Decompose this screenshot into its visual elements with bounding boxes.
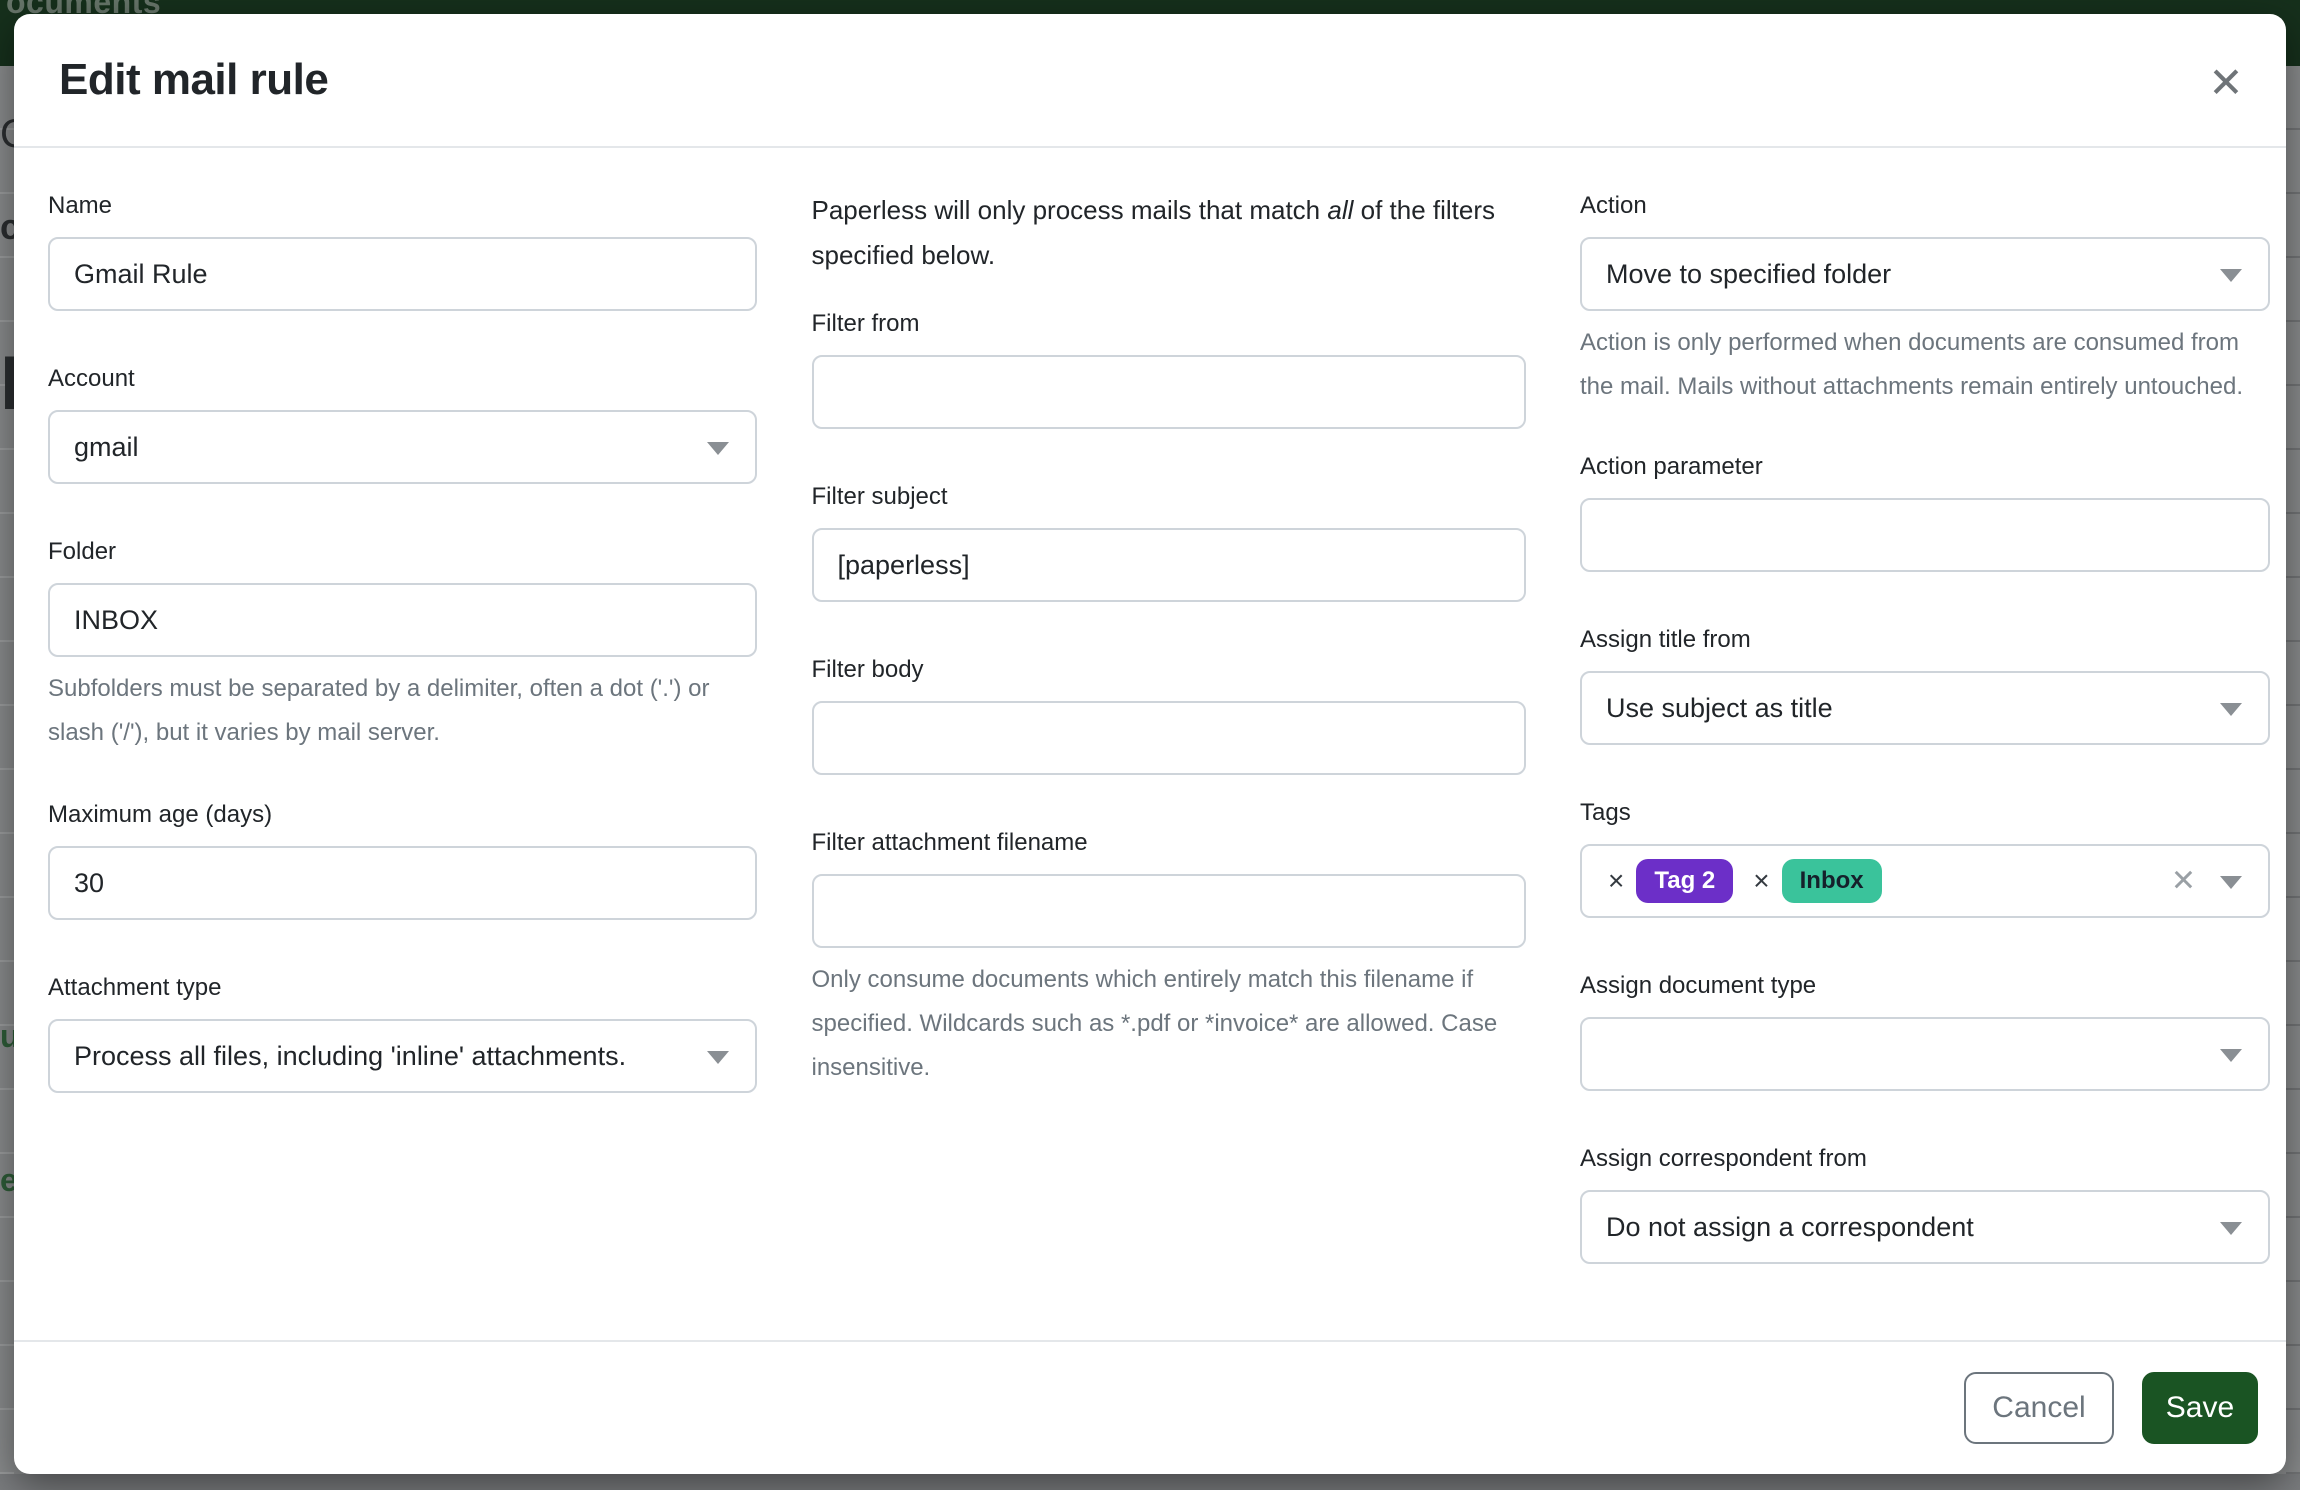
name-input[interactable] (48, 237, 757, 311)
backdrop-left-strip: C c ld u e (0, 66, 14, 1490)
save-button[interactable]: Save (2142, 1372, 2258, 1444)
filter-body-label: Filter body (812, 652, 1526, 688)
filter-attachment-help-text: Only consume documents which entirely ma… (812, 958, 1526, 1090)
dialog-title: Edit mail rule (59, 55, 328, 105)
filter-from-input[interactable] (812, 355, 1526, 429)
field-filter-attachment: Filter attachment filename Only consume … (812, 825, 1526, 1090)
backdrop-right-strip (2286, 66, 2300, 1490)
folder-help-text: Subfolders must be separated by a delimi… (48, 667, 757, 755)
tags-label: Tags (1580, 795, 2270, 831)
assign-correspondent-select[interactable]: Do not assign a correspondent (1580, 1190, 2270, 1264)
filter-attachment-input[interactable] (812, 874, 1526, 948)
action-help-text: Action is only performed when documents … (1580, 321, 2270, 409)
account-label: Account (48, 361, 757, 397)
field-assign-doc-type: Assign document type (1580, 968, 2270, 1091)
close-icon[interactable]: ✕ (2194, 50, 2258, 114)
assign-doc-type-label: Assign document type (1580, 968, 2270, 1004)
account-select[interactable]: gmail (48, 410, 757, 484)
field-max-age: Maximum age (days) (48, 797, 757, 920)
backdrop-bottom-strip (0, 1474, 2300, 1490)
chevron-down-icon (2220, 1222, 2242, 1235)
filters-intro-text: Paperless will only process mails that m… (812, 188, 1526, 278)
assign-title-label: Assign title from (1580, 622, 2270, 658)
chevron-down-icon (2220, 269, 2242, 282)
field-attachment-type: Attachment type Process all files, inclu… (48, 970, 757, 1093)
tag-pill: Tag 2 (1636, 859, 1733, 903)
max-age-input[interactable] (48, 846, 757, 920)
filter-attachment-label: Filter attachment filename (812, 825, 1526, 861)
field-filter-from: Filter from (812, 306, 1526, 429)
dialog-footer: Cancel Save (14, 1340, 2286, 1474)
backdrop-text-fragment: C (0, 112, 14, 157)
field-account: Account gmail (48, 361, 757, 484)
column-actions: Action Move to specified folder Action i… (1580, 188, 2270, 1340)
assign-title-select[interactable]: Use subject as title (1580, 671, 2270, 745)
intro-text-part: Paperless will only process mails that m… (812, 195, 1328, 225)
backdrop-text-fragment: ld (0, 344, 14, 426)
filter-from-label: Filter from (812, 306, 1526, 342)
attachment-type-value: Process all files, including 'inline' at… (74, 1041, 626, 1072)
name-label: Name (48, 188, 757, 224)
action-parameter-label: Action parameter (1580, 449, 2270, 485)
field-action: Action Move to specified folder Action i… (1580, 188, 2270, 409)
field-name: Name (48, 188, 757, 311)
action-value: Move to specified folder (1606, 259, 1891, 290)
filter-subject-label: Filter subject (812, 479, 1526, 515)
field-filter-body: Filter body (812, 652, 1526, 775)
attachment-type-label: Attachment type (48, 970, 757, 1006)
filter-body-input[interactable] (812, 701, 1526, 775)
attachment-type-select[interactable]: Process all files, including 'inline' at… (48, 1019, 757, 1093)
remove-tag-icon[interactable]: × (1753, 867, 1769, 895)
cancel-button[interactable]: Cancel (1964, 1372, 2114, 1444)
field-action-parameter: Action parameter (1580, 449, 2270, 572)
intro-text-emphasis: all (1327, 195, 1353, 225)
field-folder: Folder Subfolders must be separated by a… (48, 534, 757, 755)
chevron-down-icon (2220, 1049, 2242, 1062)
dialog-body: Name Account gmail Folder Subfolders mus… (48, 148, 2270, 1340)
filter-subject-input[interactable] (812, 528, 1526, 602)
action-parameter-input[interactable] (1580, 498, 2270, 572)
tag-pill: Inbox (1782, 859, 1882, 903)
account-value: gmail (74, 432, 139, 463)
backdrop-text-fragment: u (0, 1018, 14, 1055)
max-age-label: Maximum age (days) (48, 797, 757, 833)
tags-multiselect[interactable]: × Tag 2 × Inbox ✕ (1580, 844, 2270, 918)
field-assign-correspondent: Assign correspondent from Do not assign … (1580, 1141, 2270, 1264)
edit-mail-rule-dialog: Edit mail rule ✕ Name Account gmail Fold… (14, 14, 2286, 1474)
action-label: Action (1580, 188, 2270, 224)
remove-tag-icon[interactable]: × (1608, 867, 1624, 895)
chevron-down-icon (2220, 876, 2242, 889)
chevron-down-icon (2220, 703, 2242, 716)
field-assign-title: Assign title from Use subject as title (1580, 622, 2270, 745)
dialog-header: Edit mail rule (14, 14, 2286, 148)
backdrop-text-fragment: c (0, 206, 14, 248)
assign-doc-type-select[interactable] (1580, 1017, 2270, 1091)
folder-label: Folder (48, 534, 757, 570)
action-select[interactable]: Move to specified folder (1580, 237, 2270, 311)
assign-correspondent-value: Do not assign a correspondent (1606, 1212, 1974, 1243)
assign-correspondent-label: Assign correspondent from (1580, 1141, 2270, 1177)
column-filters: Paperless will only process mails that m… (812, 188, 1526, 1340)
field-tags: Tags × Tag 2 × Inbox ✕ (1580, 795, 2270, 918)
column-general: Name Account gmail Folder Subfolders mus… (48, 188, 757, 1340)
folder-input[interactable] (48, 583, 757, 657)
backdrop-text-fragment: e (0, 1162, 14, 1199)
assign-title-value: Use subject as title (1606, 693, 1833, 724)
field-filter-subject: Filter subject (812, 479, 1526, 602)
chevron-down-icon (707, 1051, 729, 1064)
clear-tags-icon[interactable]: ✕ (2171, 864, 2196, 899)
chevron-down-icon (707, 442, 729, 455)
